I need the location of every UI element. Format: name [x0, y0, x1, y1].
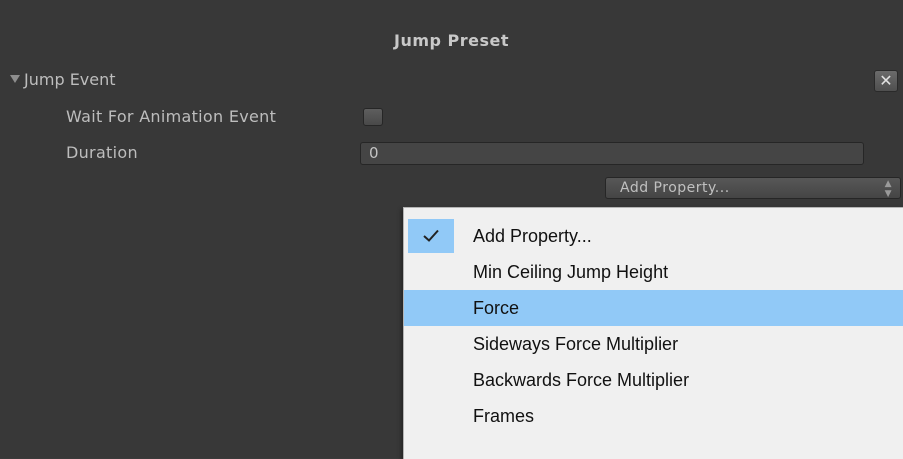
foldout-label: Jump Event [24, 70, 116, 89]
triangle-down-icon[interactable] [10, 75, 20, 83]
wait-for-animation-event-label: Wait For Animation Event [66, 107, 277, 126]
jump-event-foldout[interactable]: Jump Event [10, 67, 116, 93]
wait-for-animation-event-checkbox[interactable] [363, 108, 383, 126]
duration-label: Duration [66, 143, 138, 162]
menu-item-label: Force [473, 298, 520, 318]
add-property-dropdown-menu: Add Property... Min Ceiling Jump Height … [403, 207, 903, 459]
up-down-arrows-icon: ▲ ▼ [884, 179, 892, 199]
menu-item-label: Add Property... [473, 226, 592, 246]
menu-item-min-ceiling-jump-height[interactable]: Min Ceiling Jump Height [404, 254, 903, 290]
menu-item-label: Sideways Force Multiplier [473, 334, 679, 354]
menu-item-sideways-force-multiplier[interactable]: Sideways Force Multiplier [404, 326, 903, 362]
menu-item-add-property[interactable]: Add Property... [404, 218, 903, 254]
menu-item-force[interactable]: Force [404, 290, 903, 326]
close-icon: ✕ [879, 71, 893, 90]
menu-item-frames[interactable]: Frames [404, 398, 903, 434]
close-button[interactable]: ✕ [874, 70, 898, 92]
add-property-popup[interactable]: Add Property... ▲ ▼ [605, 177, 901, 199]
menu-item-label: Frames [473, 406, 535, 426]
add-property-label: Add Property... [620, 180, 730, 196]
page-title: Jump Preset [393, 31, 510, 50]
menu-item-label: Min Ceiling Jump Height [473, 262, 669, 282]
checkmark-icon [408, 219, 454, 253]
duration-field[interactable]: 0 [360, 142, 864, 165]
menu-item-label: Backwards Force Multiplier [473, 370, 690, 390]
menu-item-backwards-force-multiplier[interactable]: Backwards Force Multiplier [404, 362, 903, 398]
